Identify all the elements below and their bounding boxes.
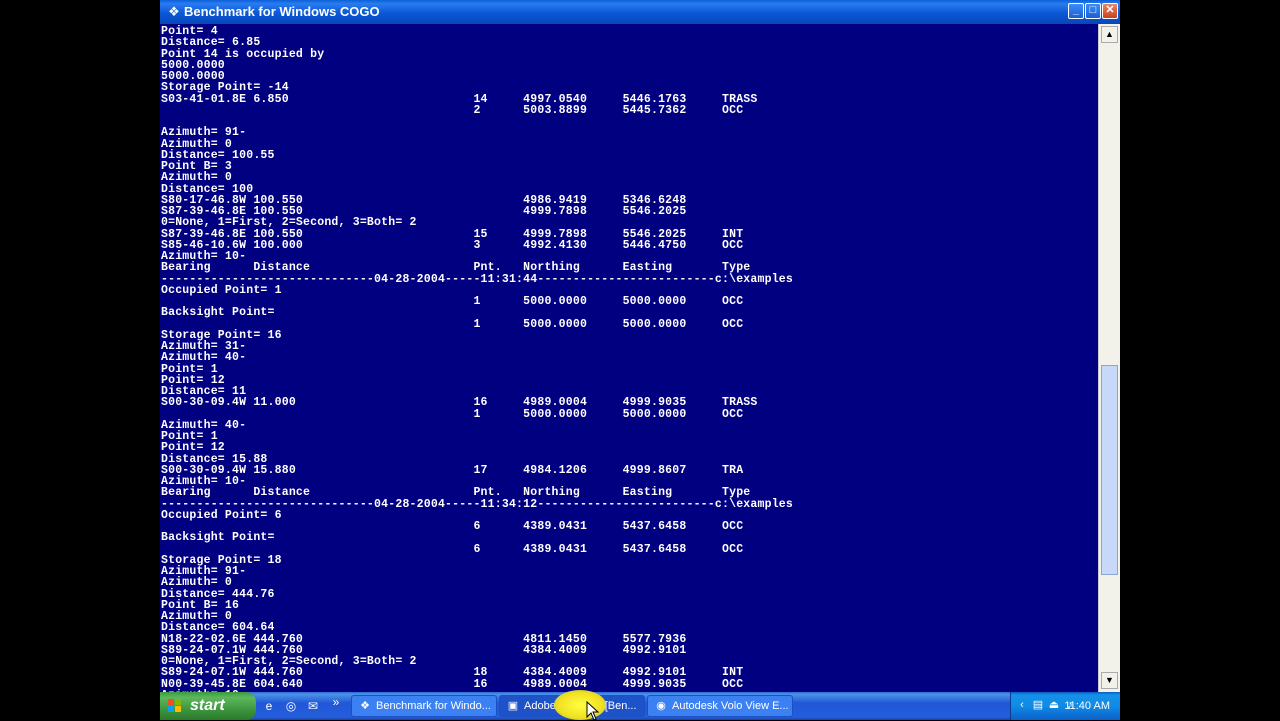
window-title: Benchmark for Windows COGO [184,4,380,19]
windows-flag-icon [168,699,182,713]
task-label: Autodesk Volo View E... [672,700,789,712]
maximize-button[interactable]: □ [1085,3,1101,19]
title-bar[interactable]: ❖ Benchmark for Windows COGO _ □ ✕ [160,0,1120,24]
scroll-down-arrow-icon[interactable]: ▼ [1101,672,1118,689]
system-tray: ‹ ▤ ⏏ ♪ 11:40 AM [1010,692,1120,720]
outlook-icon[interactable]: ✉ [305,698,321,714]
minimize-button[interactable]: _ [1068,3,1084,19]
console-line: S00-30-09.4W 15.880 17 4984.1206 4999.86… [161,463,744,477]
scroll-up-arrow-icon[interactable]: ▲ [1101,26,1118,43]
taskbar: start e ◎ ✉ » ❖ Benchmark for Windo... ▣ A… [160,692,1120,720]
mouse-pointer-icon [586,701,600,721]
console-output[interactable]: Point= 4 Distance= 6.85 Point 14 is occupi… [160,24,1098,692]
media-player-icon[interactable]: ◎ [283,698,299,714]
console-line: 2 5003.8899 5445.7362 OCC [161,103,744,117]
task-label: Benchmark for Windo... [376,700,491,712]
vertical-scrollbar[interactable]: ▲ ▼ [1098,24,1120,692]
internet-explorer-icon[interactable]: e [261,698,277,714]
console-line: 1 5000.0000 5000.0000 OCC [161,407,744,421]
start-button[interactable]: start [160,692,256,720]
adobe-reader-icon: ▣ [507,700,519,712]
clock[interactable]: 11:40 AM [1064,698,1110,714]
start-label: start [190,697,225,714]
benchmark-icon: ❖ [360,700,370,712]
safely-remove-icon[interactable]: ⏏ [1047,698,1061,712]
app-icon: ❖ [168,4,180,19]
console-line: N00-39-45.8E 604.640 16 4989.0004 4999.9… [161,677,744,691]
close-button[interactable]: ✕ [1102,3,1118,19]
quicklaunch-expand-icon[interactable]: » [328,694,344,710]
task-benchmark[interactable]: ❖ Benchmark for Windo... [351,695,497,717]
cogo-window: ❖ Benchmark for Windows COGO _ □ ✕ Point… [160,0,1120,692]
console-line: S85-46-10.6W 100.000 3 4992.4130 5446.47… [161,238,744,252]
task-volo-view[interactable]: ◉ Autodesk Volo View E... [647,695,793,717]
scrollbar-thumb[interactable] [1101,365,1118,575]
tray-collapse-icon[interactable]: ‹ [1015,698,1029,712]
volo-view-icon: ◉ [656,700,666,712]
tray-app-icon[interactable]: ▤ [1031,698,1045,712]
